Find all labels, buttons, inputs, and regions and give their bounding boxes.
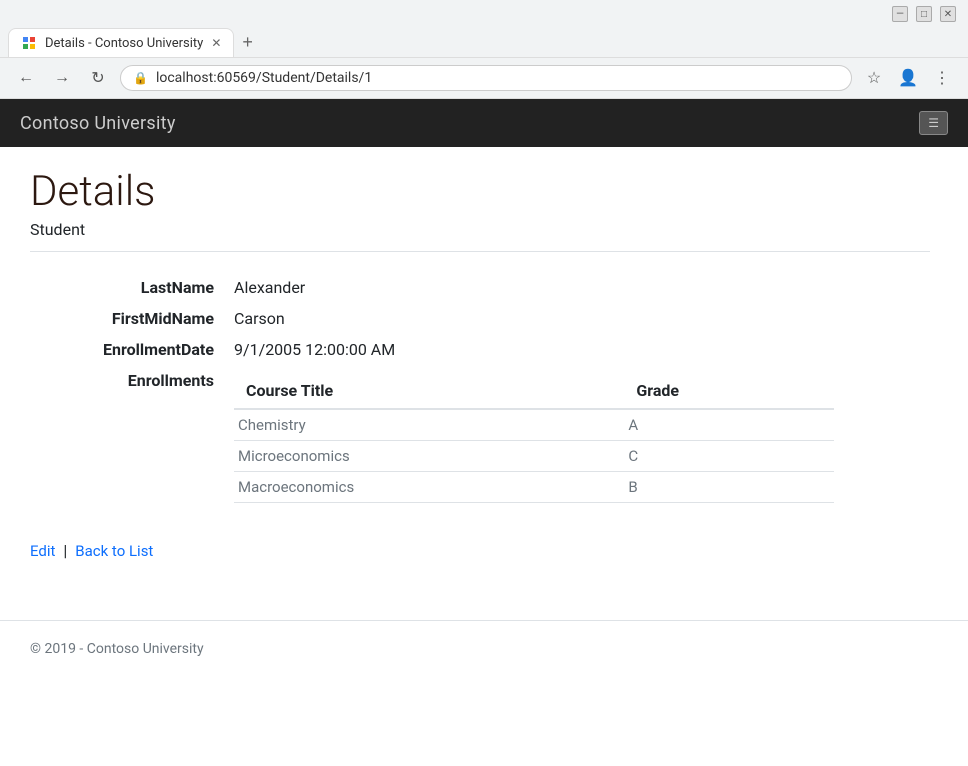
address-bar[interactable]: 🔒 localhost:60569/Student/Details/1 <box>120 65 852 91</box>
window-controls: — □ ✕ <box>892 6 956 22</box>
enrollments-value: Course Title Grade ChemistryAMicroeconom… <box>230 365 930 509</box>
refresh-button[interactable]: ↻ <box>84 64 112 92</box>
enrollments-table: Course Title Grade ChemistryAMicroeconom… <box>234 375 834 503</box>
forward-button[interactable]: → <box>48 64 76 92</box>
bookmark-button[interactable]: ☆ <box>860 64 888 92</box>
toolbar-right: ☆ 👤 ⋮ <box>860 64 956 92</box>
footer: © 2019 - Contoso University <box>0 620 968 677</box>
enrollment-course: Macroeconomics <box>234 472 624 503</box>
browser-titlebar: — □ ✕ <box>0 0 968 28</box>
tab-bar: Details - Contoso University ✕ + <box>0 28 968 57</box>
close-button[interactable]: ✕ <box>940 6 956 22</box>
page-title: Details <box>30 167 930 216</box>
edit-link[interactable]: Edit <box>30 542 55 560</box>
menu-button[interactable]: ⋮ <box>928 64 956 92</box>
back-to-list-link[interactable]: Back to List <box>75 542 153 560</box>
active-tab[interactable]: Details - Contoso University ✕ <box>8 28 234 57</box>
app-brand[interactable]: Contoso University <box>20 113 176 134</box>
minimize-button[interactable]: — <box>892 6 908 22</box>
enrollment-grade: C <box>624 441 834 472</box>
tab-title: Details - Contoso University <box>45 36 203 51</box>
enrollment-row: ChemistryA <box>234 409 834 441</box>
enrollment-grade: B <box>624 472 834 503</box>
page-subtitle: Student <box>30 220 930 239</box>
enrollment-row: MacroeconomicsB <box>234 472 834 503</box>
maximize-button[interactable]: □ <box>916 6 932 22</box>
content-divider <box>30 251 930 252</box>
enrollment-grade: A <box>624 409 834 441</box>
enrollment-course: Chemistry <box>234 409 624 441</box>
enrollment-date-value: 9/1/2005 12:00:00 AM <box>230 334 930 365</box>
browser-toolbar: ← → ↻ 🔒 localhost:60569/Student/Details/… <box>0 57 968 98</box>
enrollment-course: Microeconomics <box>234 441 624 472</box>
tab-favicon <box>21 35 37 51</box>
enrollments-header-row: Course Title Grade <box>234 375 834 409</box>
url-text: localhost:60569/Student/Details/1 <box>156 70 839 86</box>
footer-text: © 2019 - Contoso University <box>30 641 204 657</box>
main-content: Details Student LastName Alexander First… <box>0 147 960 600</box>
lock-icon: 🔒 <box>133 71 148 85</box>
tab-close-button[interactable]: ✕ <box>211 36 221 50</box>
navbar-toggle-button[interactable]: ☰ <box>919 111 948 135</box>
enrollments-label: Enrollments <box>30 365 230 509</box>
details-table: LastName Alexander FirstMidName Carson E… <box>30 272 930 509</box>
col-grade: Grade <box>624 375 834 409</box>
browser-chrome: — □ ✕ Details - Contoso University ✕ + ←… <box>0 0 968 99</box>
last-name-label: LastName <box>30 272 230 303</box>
enrollments-row: Enrollments Course Title Grade Chemistry… <box>30 365 930 509</box>
first-mid-name-value: Carson <box>230 303 930 334</box>
first-mid-name-row: FirstMidName Carson <box>30 303 930 334</box>
enrollment-row: MicroeconomicsC <box>234 441 834 472</box>
back-button[interactable]: ← <box>12 64 40 92</box>
app-navbar: Contoso University ☰ <box>0 99 968 147</box>
col-course-title: Course Title <box>234 375 624 409</box>
last-name-row: LastName Alexander <box>30 272 930 303</box>
profile-button[interactable]: 👤 <box>894 64 922 92</box>
link-separator: | <box>63 541 67 560</box>
enrollment-date-label: EnrollmentDate <box>30 334 230 365</box>
new-tab-button[interactable]: + <box>234 28 261 57</box>
last-name-value: Alexander <box>230 272 930 303</box>
enrollment-date-row: EnrollmentDate 9/1/2005 12:00:00 AM <box>30 334 930 365</box>
action-links: Edit | Back to List <box>30 533 930 560</box>
first-mid-name-label: FirstMidName <box>30 303 230 334</box>
